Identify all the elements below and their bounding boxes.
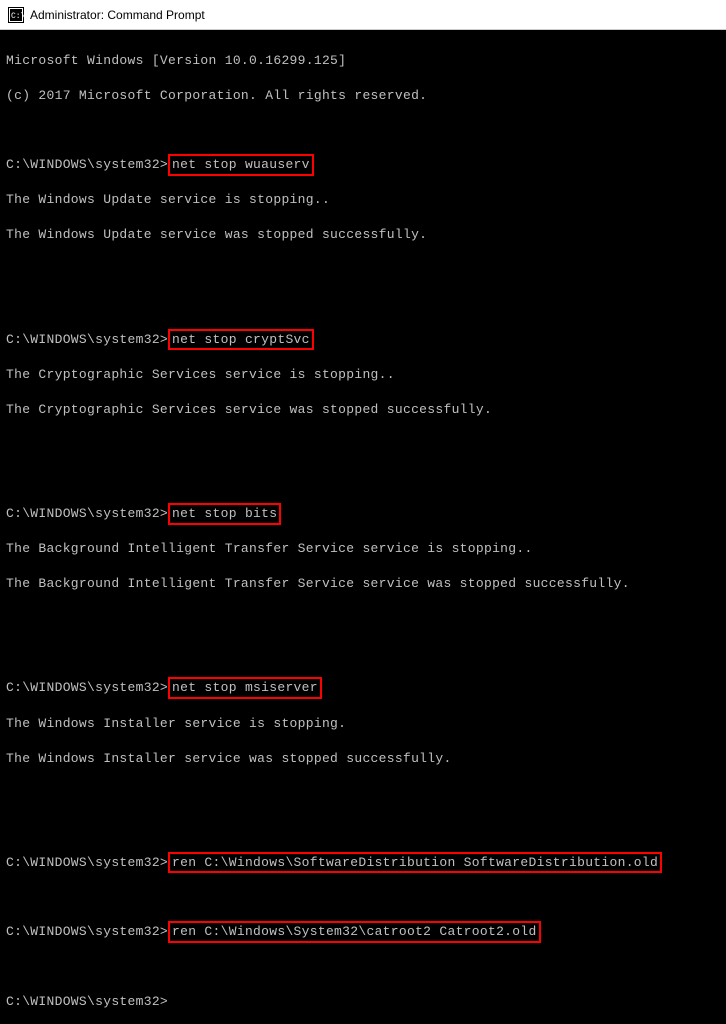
blank-line [6, 122, 720, 139]
highlighted-command: ren C:\Windows\System32\catroot2 Catroot… [168, 921, 541, 943]
window-title: Administrator: Command Prompt [30, 8, 205, 22]
prompt: C:\WINDOWS\system32> [6, 924, 168, 939]
command-line: C:\WINDOWS\system32>net stop msiserver [6, 679, 720, 697]
output-line: The Windows Installer service is stoppin… [6, 715, 720, 733]
output-line: The Windows Update service was stopped s… [6, 226, 720, 244]
header-line: Microsoft Windows [Version 10.0.16299.12… [6, 52, 720, 70]
output-line: The Windows Installer service was stoppe… [6, 750, 720, 768]
terminal-output[interactable]: Microsoft Windows [Version 10.0.16299.12… [0, 30, 726, 1024]
prompt: C:\WINDOWS\system32> [6, 332, 168, 347]
output-line: The Cryptographic Services service was s… [6, 401, 720, 419]
command-line: C:\WINDOWS\system32>net stop cryptSvc [6, 331, 720, 349]
output-line: The Windows Update service is stopping.. [6, 191, 720, 209]
current-prompt[interactable]: C:\WINDOWS\system32> [6, 993, 720, 1011]
output-line: The Cryptographic Services service is st… [6, 366, 720, 384]
blank-line [6, 610, 720, 627]
highlighted-command: net stop wuauserv [168, 154, 314, 176]
blank-line [6, 819, 720, 836]
highlighted-command: net stop cryptSvc [168, 329, 314, 351]
cmd-icon: C:\ [8, 7, 24, 23]
command-line: C:\WINDOWS\system32>ren C:\Windows\Softw… [6, 854, 720, 872]
blank-line [6, 645, 720, 662]
prompt: C:\WINDOWS\system32> [6, 506, 168, 521]
window-titlebar: C:\ Administrator: Command Prompt [0, 0, 726, 30]
prompt: C:\WINDOWS\system32> [6, 680, 168, 695]
blank-line [6, 470, 720, 487]
blank-line [6, 262, 720, 279]
command-line: C:\WINDOWS\system32>ren C:\Windows\Syste… [6, 923, 720, 941]
command-line: C:\WINDOWS\system32>net stop wuauserv [6, 156, 720, 174]
highlighted-command: ren C:\Windows\SoftwareDistribution Soft… [168, 852, 662, 874]
svg-text:C:\: C:\ [11, 12, 24, 21]
highlighted-command: net stop msiserver [168, 677, 322, 699]
prompt: C:\WINDOWS\system32> [6, 855, 168, 870]
prompt: C:\WINDOWS\system32> [6, 994, 168, 1009]
output-line: The Background Intelligent Transfer Serv… [6, 540, 720, 558]
header-line: (c) 2017 Microsoft Corporation. All righ… [6, 87, 720, 105]
blank-line [6, 296, 720, 313]
blank-line [6, 785, 720, 802]
blank-line [6, 889, 720, 906]
highlighted-command: net stop bits [168, 503, 281, 525]
prompt: C:\WINDOWS\system32> [6, 157, 168, 172]
blank-line [6, 436, 720, 453]
command-line: C:\WINDOWS\system32>net stop bits [6, 505, 720, 523]
blank-line [6, 959, 720, 976]
output-line: The Background Intelligent Transfer Serv… [6, 575, 720, 593]
